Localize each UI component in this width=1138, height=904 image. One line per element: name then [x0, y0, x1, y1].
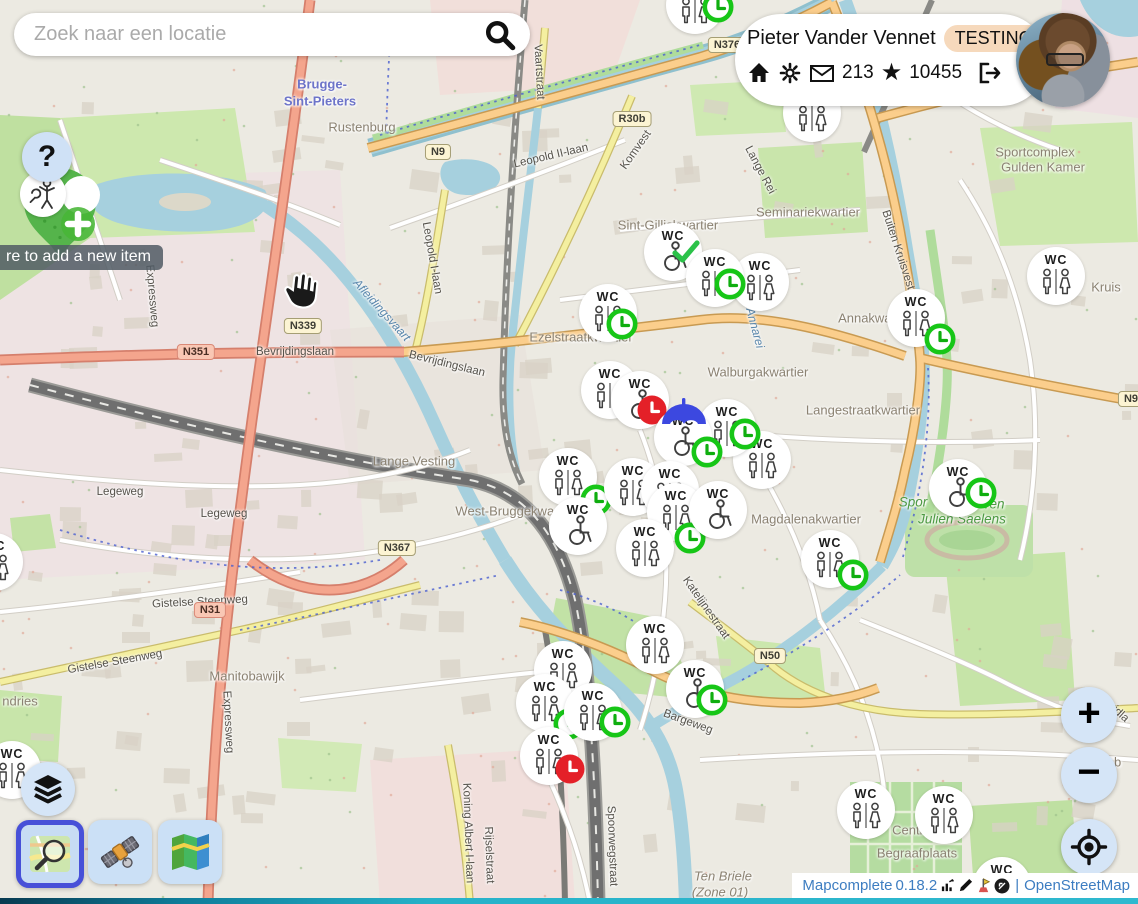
- wc-marker[interactable]: WC: [616, 519, 674, 577]
- message-count: 213: [842, 62, 874, 84]
- wc-marker[interactable]: WC: [686, 249, 744, 307]
- wheelchair-toilet-icon: WC: [689, 481, 747, 539]
- settings-gear-icon[interactable]: [778, 61, 802, 85]
- svg-text:WC: WC: [557, 454, 580, 468]
- wc-marker[interactable]: WC: [0, 533, 23, 591]
- wc-marker[interactable]: WC: [887, 289, 945, 347]
- wc-marker[interactable]: WC: [579, 284, 637, 342]
- search-input[interactable]: [32, 22, 483, 47]
- wc-marker[interactable]: WC: [929, 459, 987, 517]
- map-magnifier-icon: [27, 831, 73, 877]
- satellite-icon: [97, 829, 143, 875]
- wc-marker[interactable]: WC: [1027, 247, 1085, 305]
- world-map-icon: [167, 829, 213, 875]
- attribution-app[interactable]: Mapcomplete: [802, 877, 892, 894]
- search-bar[interactable]: [14, 13, 530, 56]
- statistics-icon[interactable]: [940, 878, 955, 893]
- basemap-satellite-button[interactable]: [88, 820, 152, 884]
- svg-text:WC: WC: [629, 377, 652, 391]
- svg-text:WC: WC: [634, 525, 657, 539]
- svg-text:WC: WC: [905, 295, 928, 309]
- toilets-icon: WC: [887, 289, 945, 347]
- wc-marker[interactable]: WC: [549, 497, 607, 555]
- wc-marker[interactable]: WC: [689, 481, 747, 539]
- svg-text:WC: WC: [716, 405, 739, 419]
- svg-text:WC: WC: [665, 489, 688, 503]
- wc-marker[interactable]: WC: [801, 530, 859, 588]
- add-item-tooltip: re to add a new item: [0, 245, 163, 270]
- svg-text:WC: WC: [0, 539, 5, 553]
- svg-text:WC: WC: [933, 792, 956, 806]
- toilets-icon: WC: [686, 249, 744, 307]
- toilets-icon: WC: [1027, 247, 1085, 305]
- license-icon[interactable]: [994, 878, 1010, 894]
- toilets-icon: WC: [520, 727, 578, 785]
- attribution-version: 0.18.2: [895, 877, 937, 894]
- crosshair-icon: [1070, 828, 1108, 866]
- layers-button[interactable]: [21, 762, 75, 816]
- toilets-icon: WC: [616, 519, 674, 577]
- svg-text:WC: WC: [538, 733, 561, 747]
- theme-toilets-icon[interactable]: [976, 878, 991, 893]
- user-avatar[interactable]: [1016, 13, 1110, 107]
- search-icon[interactable]: [483, 18, 517, 52]
- svg-text:WC: WC: [552, 647, 575, 661]
- messages-envelope-icon[interactable]: [809, 62, 835, 84]
- wc-marker[interactable]: WC: [837, 781, 895, 839]
- svg-text:WC: WC: [644, 622, 667, 636]
- zoom-out-button[interactable]: −: [1061, 747, 1117, 803]
- attribution-bar: Mapcomplete 0.18.2 | OpenStreetMap: [792, 873, 1138, 898]
- toilets-icon: WC: [0, 533, 23, 591]
- svg-text:WC: WC: [662, 229, 685, 243]
- user-panel[interactable]: Pieter Vander Vennet TESTING 213: [735, 14, 1047, 106]
- svg-text:WC: WC: [684, 666, 707, 680]
- help-button[interactable]: ?: [22, 132, 72, 182]
- home-icon[interactable]: [747, 61, 771, 85]
- toilets-icon: WC: [801, 530, 859, 588]
- toilets-icon: WC: [579, 284, 637, 342]
- svg-text:WC: WC: [947, 465, 970, 479]
- layers-icon: [31, 772, 65, 806]
- wc-marker[interactable]: WC: [666, 0, 724, 34]
- basemap-map-button[interactable]: [158, 820, 222, 884]
- svg-text:WC: WC: [567, 503, 590, 517]
- bottom-strip: [0, 898, 1138, 904]
- wheelchair-toilet-icon: WC: [549, 497, 607, 555]
- svg-text:WC: WC: [597, 290, 620, 304]
- edit-pencil-icon[interactable]: [958, 878, 973, 893]
- toilets-icon: WC: [837, 781, 895, 839]
- attribution-separator: |: [1015, 877, 1019, 894]
- wheelchair-toilet-icon: WC: [666, 660, 724, 718]
- zoom-in-button[interactable]: +: [1061, 687, 1117, 743]
- svg-text:WC: WC: [534, 680, 557, 694]
- svg-text:WC: WC: [659, 467, 682, 481]
- openstreetmap-link[interactable]: OpenStreetMap: [1024, 877, 1130, 894]
- svg-text:WC: WC: [707, 487, 730, 501]
- svg-text:WC: WC: [1, 747, 24, 761]
- svg-text:WC: WC: [1045, 253, 1068, 267]
- svg-text:WC: WC: [855, 787, 878, 801]
- geolocate-button[interactable]: [1061, 819, 1117, 875]
- svg-text:WC: WC: [819, 536, 842, 550]
- svg-text:WC: WC: [582, 689, 605, 703]
- user-name: Pieter Vander Vennet: [747, 27, 936, 50]
- star-icon: ★: [881, 63, 903, 83]
- basemap-osm-button[interactable]: [16, 820, 84, 888]
- wheelchair-toilet-icon: WC: [929, 459, 987, 517]
- wc-marker[interactable]: WC: [666, 660, 724, 718]
- mapcomplete-app: Brugge-Sint-PietersRustenburgKomvestLeop…: [0, 0, 1138, 904]
- logout-icon[interactable]: [977, 61, 1003, 85]
- svg-text:WC: WC: [704, 255, 727, 269]
- umbrella-icon: [658, 396, 710, 428]
- wc-marker[interactable]: WC: [915, 786, 973, 844]
- toilets-icon: WC: [666, 0, 724, 34]
- star-count: 10455: [909, 62, 962, 84]
- svg-text:WC: WC: [749, 259, 772, 273]
- help-label: ?: [38, 140, 56, 174]
- toilets-icon: WC: [915, 786, 973, 844]
- hand-cursor-icon: [279, 268, 321, 310]
- wc-marker[interactable]: WC: [520, 727, 578, 785]
